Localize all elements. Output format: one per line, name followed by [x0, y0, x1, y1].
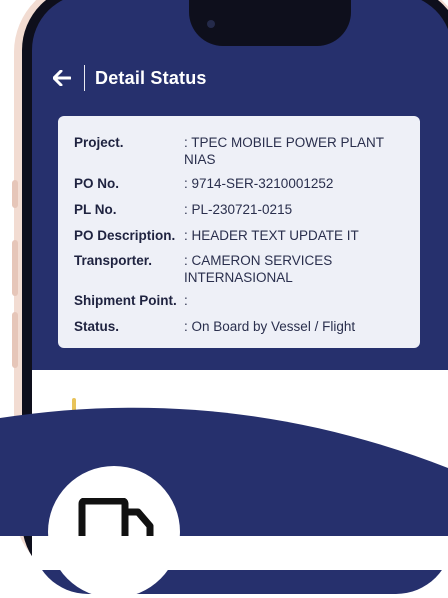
detail-label: PO No. [74, 176, 120, 191]
detail-value: : On Board by Vessel / Flight [184, 319, 356, 334]
detail-label: PL No. [74, 202, 117, 217]
detail-label: Project. [74, 135, 124, 150]
header-divider [84, 65, 85, 91]
timeline-dot [68, 424, 80, 436]
phone-volume-up [12, 240, 18, 296]
phone-volume-down [12, 312, 18, 368]
detail-label: Status. [74, 319, 120, 334]
page-title: Detail Status [95, 67, 207, 88]
detail-value: : PL-230721-0215 [184, 202, 293, 217]
detail-value: : TPEC MOBILE POWER PLANT NIAS [184, 135, 384, 167]
truck-icon [78, 498, 154, 536]
timeline-step-label: [Pick Up / Delivery to Origin Port] [102, 424, 308, 439]
arrow-left-icon[interactable] [52, 68, 72, 88]
detail-value: : HEADER TEXT UPDATE IT [184, 228, 359, 243]
detail-value: : 9714-SER-3210001252 [184, 176, 334, 191]
detail-label: Transporter. [74, 253, 153, 268]
detail-value: : [184, 293, 188, 308]
detail-value: : CAMERON SERVICES INTERNASIONAL [184, 253, 333, 285]
detail-label: Shipment Point. [74, 293, 177, 308]
detail-card: Project. : TPEC MOBILE POWER PLANT NIAS … [58, 116, 420, 348]
detail-label: PO Description. [74, 228, 176, 243]
camera [207, 20, 215, 28]
app-header: Detail Status [52, 60, 207, 96]
phone-side-button [12, 180, 18, 208]
